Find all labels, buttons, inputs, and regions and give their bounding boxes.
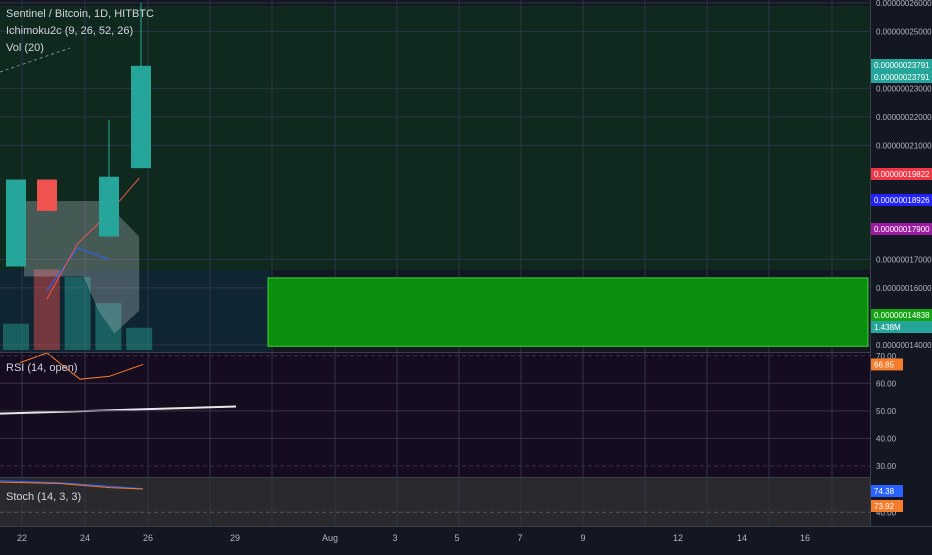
rsi-tick-label: 50.00 <box>876 407 897 416</box>
time-tick-label: 16 <box>800 533 810 543</box>
chart-root[interactable]: 0.00000026000 0.00000025000 0.00000023000 0… <box>0 0 932 550</box>
time-axis-bg <box>0 526 932 550</box>
price-label: 0.00000023791 <box>874 73 930 82</box>
time-tick-label: Aug <box>322 533 338 543</box>
rsi-tick-label: 30.00 <box>876 462 897 471</box>
price-tick-label: 0.00000025000 <box>876 27 932 36</box>
volume-bar <box>126 327 153 350</box>
volume-bar <box>3 323 29 350</box>
price-label: 0.00000014838 <box>874 311 930 320</box>
rsi-current-label: 66.85 <box>874 360 895 369</box>
price-tick-label: 0.00000016000 <box>876 284 932 293</box>
price-tick-label: 0.00000021000 <box>876 141 932 150</box>
legend-stoch[interactable]: Stoch (14, 3, 3) <box>6 491 81 503</box>
time-tick-label: 5 <box>454 533 459 543</box>
time-tick-label: 26 <box>143 533 153 543</box>
price-label: 1.438M <box>874 323 901 332</box>
volume-bar <box>64 276 91 350</box>
chart-title: Sentinel / Bitcoin, 1D, HITBTC <box>6 8 154 20</box>
price-label: 0.00000019822 <box>874 170 930 179</box>
price-label: 0.00000023791 <box>874 61 930 70</box>
candle-body <box>99 176 119 237</box>
time-tick-label: 29 <box>230 533 240 543</box>
trading-chart[interactable]: 0.00000026000 0.00000025000 0.00000023000 0… <box>0 0 932 550</box>
rsi-tick-label: 40.00 <box>876 434 897 443</box>
price-tick-label: 0.00000023000 <box>876 84 932 93</box>
legend-volume[interactable]: Vol (20) <box>6 42 44 54</box>
target-box[interactable] <box>267 277 869 347</box>
stoch-value-label: 74.38 <box>874 487 895 496</box>
time-tick-label: 7 <box>517 533 522 543</box>
legend-rsi[interactable]: RSI (14, open) <box>6 362 78 374</box>
price-label: 0.00000017900 <box>874 225 930 234</box>
candle-body <box>37 179 57 211</box>
stoch-panel-bg <box>0 478 870 526</box>
time-tick-label: 14 <box>737 533 747 543</box>
time-tick-label: 12 <box>673 533 683 543</box>
rsi-panel-bg <box>0 353 870 477</box>
time-tick-label: 9 <box>580 533 585 543</box>
time-tick-label: 24 <box>80 533 90 543</box>
price-tick-label: 0.00000022000 <box>876 113 932 122</box>
price-label: 0.00000018926 <box>874 196 930 205</box>
legend-ichimoku[interactable]: Ichimoku2c (9, 26, 52, 26) <box>6 25 133 37</box>
price-tick-label: 0.00000026000 <box>876 0 932 8</box>
price-tick-label: 0.00000014000 <box>876 341 932 350</box>
stoch-value-label: 73.92 <box>874 502 895 511</box>
candle-body <box>6 179 26 267</box>
rsi-tick-label: 60.00 <box>876 379 897 388</box>
time-tick-label: 22 <box>17 533 27 543</box>
time-tick-label: 3 <box>392 533 397 543</box>
price-tick-label: 0.00000017000 <box>876 255 932 264</box>
candle-body <box>131 65 151 169</box>
volume-bar <box>33 269 60 350</box>
